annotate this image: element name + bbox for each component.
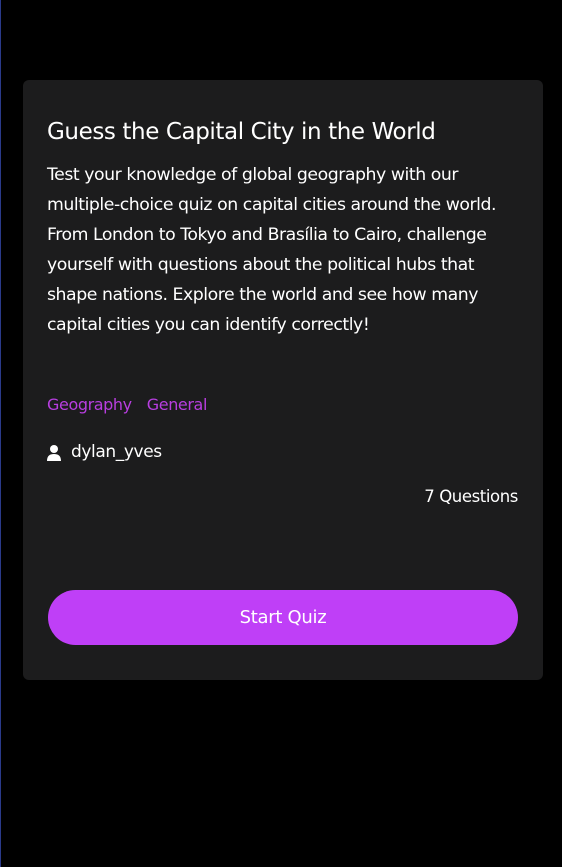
tag-geography[interactable]: Geography xyxy=(47,393,132,417)
user-icon xyxy=(47,444,61,461)
tag-list: Geography General xyxy=(47,393,207,417)
quiz-author: dylan_yves xyxy=(47,440,162,464)
left-edge-line xyxy=(0,0,1,867)
quiz-description: Test your knowledge of global geography … xyxy=(47,165,497,335)
question-count: 7 Questions xyxy=(424,487,518,506)
tag-general[interactable]: General xyxy=(147,393,208,417)
quiz-card: Guess the Capital City in the World Test… xyxy=(23,80,543,680)
author-name: dylan_yves xyxy=(71,442,162,462)
start-quiz-button[interactable]: Start Quiz xyxy=(48,590,518,645)
quiz-title: Guess the Capital City in the World xyxy=(47,119,436,145)
